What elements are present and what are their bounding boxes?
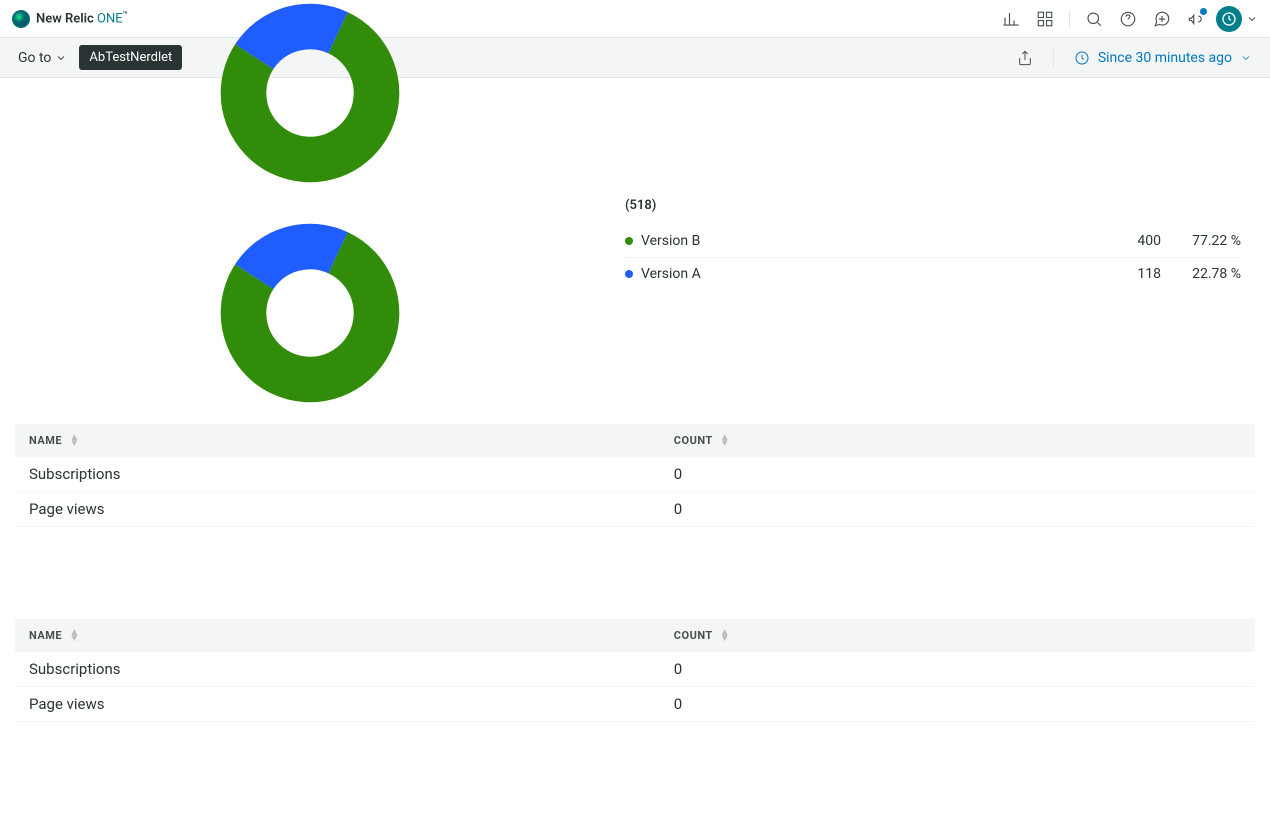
sort-icon: ▲▼	[720, 435, 730, 447]
time-picker[interactable]: Since 30 minutes ago	[1074, 50, 1252, 66]
cell-name: Page views	[15, 687, 660, 722]
col-count-label: COUNT	[674, 629, 713, 642]
cell-name: Page views	[15, 492, 660, 527]
chevron-down-icon	[1240, 52, 1252, 64]
divider	[1053, 49, 1054, 67]
share-icon[interactable]	[1017, 50, 1033, 66]
data-table-2: NAME ▲▼ COUNT ▲▼ Subscriptions 0 Page vi…	[15, 619, 1255, 722]
clock-icon	[1074, 50, 1090, 66]
chart-icon[interactable]	[997, 5, 1025, 33]
cell-count: 0	[660, 457, 1255, 492]
legend-count: 118	[1091, 266, 1161, 282]
chart-legend: (518) Version B 400 77.22 % Version A 11…	[625, 78, 1255, 408]
legend-row-version-b[interactable]: Version B 400 77.22 %	[625, 225, 1241, 258]
search-icon[interactable]	[1080, 5, 1108, 33]
brand-logo-icon	[12, 10, 30, 28]
chevron-down-icon	[1246, 13, 1258, 25]
chart-panel: (518) Version B 400 77.22 % Version A 11…	[15, 78, 1255, 408]
brand-text: New Relic ONE™	[36, 10, 128, 26]
cell-count: 0	[660, 687, 1255, 722]
col-count[interactable]: COUNT ▲▼	[660, 619, 1255, 652]
legend-total: (518)	[625, 198, 1241, 213]
nerdlet-badge[interactable]: AbTestNerdlet	[79, 45, 182, 70]
brand-suffix: ONE	[97, 12, 123, 27]
brand-tm: ™	[123, 10, 128, 19]
legend-pct: 77.22 %	[1161, 233, 1241, 249]
announcements-icon[interactable]	[1182, 5, 1210, 33]
cell-count: 0	[660, 652, 1255, 687]
cell-name: Subscriptions	[15, 457, 660, 492]
sort-icon: ▲▼	[69, 435, 79, 447]
subbar-left: Go to AbTestNerdlet	[18, 45, 182, 70]
legend-dot	[625, 270, 633, 278]
table-row[interactable]: Page views 0	[15, 687, 1255, 722]
legend-name: Version B	[641, 233, 1091, 249]
sort-icon: ▲▼	[69, 630, 79, 642]
notification-dot	[1200, 8, 1207, 15]
cell-name: Subscriptions	[15, 652, 660, 687]
feedback-icon[interactable]	[1148, 5, 1176, 33]
col-name-label: NAME	[29, 434, 62, 447]
legend-pct: 22.78 %	[1161, 266, 1241, 282]
donut-chart-1[interactable]	[215, 0, 625, 188]
legend-row-version-a[interactable]: Version A 118 22.78 %	[625, 258, 1241, 290]
col-count-label: COUNT	[674, 434, 713, 447]
donut-chart-2[interactable]	[215, 218, 625, 408]
topbar: New Relic ONE™	[0, 0, 1270, 38]
sort-icon: ▲▼	[720, 630, 730, 642]
cell-count: 0	[660, 492, 1255, 527]
legend-dot	[625, 237, 633, 245]
table-row[interactable]: Subscriptions 0	[15, 652, 1255, 687]
goto-label: Go to	[18, 50, 51, 66]
spacer	[15, 527, 1255, 619]
table-row[interactable]: Page views 0	[15, 492, 1255, 527]
goto-dropdown[interactable]: Go to	[18, 50, 67, 66]
brand-name: New Relic	[36, 12, 94, 27]
subbar: Go to AbTestNerdlet Since 30 minutes ago	[0, 38, 1270, 78]
col-name[interactable]: NAME ▲▼	[15, 619, 660, 652]
table-row[interactable]: Subscriptions 0	[15, 457, 1255, 492]
apps-icon[interactable]	[1031, 5, 1059, 33]
legend-count: 400	[1091, 233, 1161, 249]
chart-column	[15, 78, 625, 408]
col-count[interactable]: COUNT ▲▼	[660, 424, 1255, 457]
subbar-right: Since 30 minutes ago	[1017, 49, 1252, 67]
chevron-down-icon	[55, 52, 67, 64]
user-menu[interactable]	[1216, 5, 1258, 33]
divider	[1069, 10, 1070, 28]
content-area: (518) Version B 400 77.22 % Version A 11…	[0, 78, 1270, 822]
topbar-icons	[997, 5, 1258, 33]
help-icon[interactable]	[1114, 5, 1142, 33]
spacer	[15, 722, 1255, 822]
legend-name: Version A	[641, 266, 1091, 282]
col-name[interactable]: NAME ▲▼	[15, 424, 660, 457]
time-label: Since 30 minutes ago	[1098, 50, 1232, 66]
brand-logo-group[interactable]: New Relic ONE™	[12, 10, 128, 28]
col-name-label: NAME	[29, 629, 62, 642]
data-table-1: NAME ▲▼ COUNT ▲▼ Subscriptions 0 Page vi…	[15, 424, 1255, 527]
avatar	[1216, 6, 1242, 32]
